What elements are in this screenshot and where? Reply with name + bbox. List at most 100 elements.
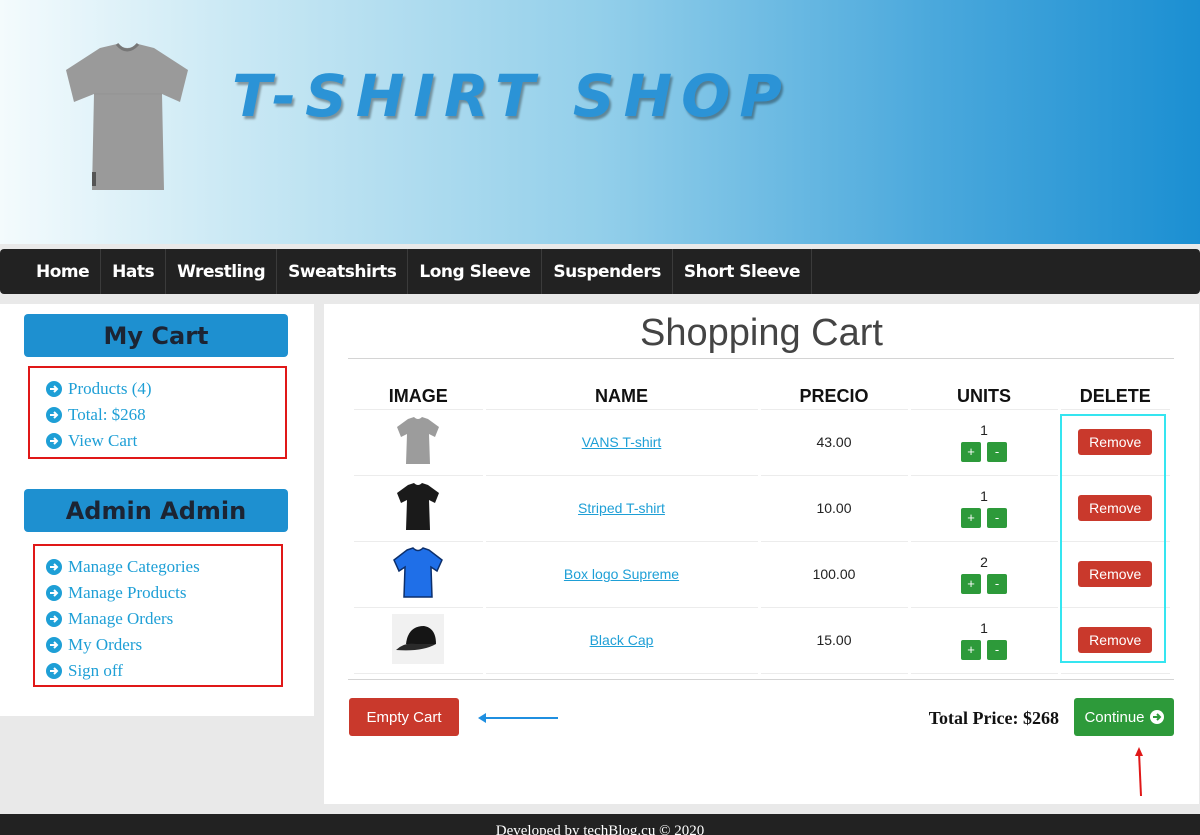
nav-item-sweatshirts[interactable]: Sweatshirts xyxy=(277,249,409,294)
product-link[interactable]: Striped T-shirt xyxy=(578,500,665,516)
nav-list: Home Hats Wrestling Sweatshirts Long Sle… xyxy=(0,249,1200,294)
product-name-cell: Box logo Supreme xyxy=(482,541,759,608)
sidebar-link-label: My Orders xyxy=(68,635,143,654)
continue-button-label: Continue xyxy=(1084,708,1145,726)
units-cell: 1 + - xyxy=(907,409,1059,476)
sidebar-link-view-cart[interactable]: View Cart xyxy=(46,428,285,454)
arrow-right-circle-icon xyxy=(46,663,62,679)
increase-units-button[interactable]: + xyxy=(961,640,981,660)
sidebar-link-label: Manage Orders xyxy=(68,609,174,628)
product-link[interactable]: VANS T-shirt xyxy=(582,434,662,450)
product-link[interactable]: Black Cap xyxy=(590,632,654,648)
sidebar-link-manage-products[interactable]: Manage Products xyxy=(46,580,281,606)
tshirt-logo-icon xyxy=(66,42,188,190)
shopping-cart-panel: Shopping Cart IMAGE NAME PRECIO UNITS DE… xyxy=(324,304,1199,804)
annotation-arrow-up-icon xyxy=(1135,747,1143,797)
arrow-right-circle-icon xyxy=(46,381,62,397)
arrow-right-circle-icon xyxy=(46,585,62,601)
annotation-arrow-left-icon xyxy=(478,713,558,723)
product-image-cell xyxy=(354,541,484,608)
units-value: 1 xyxy=(980,422,988,438)
cart-table: IMAGE NAME PRECIO UNITS DELETE VANS T-sh… xyxy=(354,384,1170,674)
black-tshirt-icon xyxy=(397,482,440,530)
arrow-right-circle-icon xyxy=(46,637,62,653)
increase-units-button[interactable]: + xyxy=(961,574,981,594)
site-header: T-SHIRT SHOP xyxy=(0,0,1200,244)
arrow-right-circle-icon xyxy=(1149,710,1164,724)
arrow-right-circle-icon xyxy=(46,611,62,627)
decrease-units-button[interactable]: - xyxy=(987,508,1007,528)
table-row: Striped T-shirt 10.00 1 + - Remove xyxy=(354,475,1170,542)
units-value: 1 xyxy=(980,488,988,504)
decrease-units-button[interactable]: - xyxy=(987,574,1007,594)
sidebar-link-manage-orders[interactable]: Manage Orders xyxy=(46,606,281,632)
units-cell: 1 + - xyxy=(907,607,1059,674)
divider xyxy=(348,358,1174,359)
product-name-cell: VANS T-shirt xyxy=(482,409,759,476)
product-price-cell: 43.00 xyxy=(757,409,909,476)
page-title: Shopping Cart xyxy=(640,312,883,354)
sidebar-link-label: Total: $268 xyxy=(68,405,146,424)
my-cart-heading: My Cart xyxy=(24,314,288,357)
grey-tshirt-icon xyxy=(397,416,440,464)
continue-button[interactable]: Continue xyxy=(1074,698,1174,736)
main-navbar: Home Hats Wrestling Sweatshirts Long Sle… xyxy=(0,249,1200,294)
arrow-right-circle-icon xyxy=(46,559,62,575)
product-image-cell xyxy=(354,409,484,476)
sidebar-link-label: Manage Products xyxy=(68,583,187,602)
sidebar-link-manage-categories[interactable]: Manage Categories xyxy=(46,554,281,580)
sidebar-link-sign-off[interactable]: Sign off xyxy=(46,658,281,684)
blue-tshirt-icon xyxy=(393,546,444,598)
product-name-cell: Black Cap xyxy=(482,607,759,674)
column-header-delete: DELETE xyxy=(1057,384,1170,410)
units-value: 2 xyxy=(980,554,988,570)
sidebar-link-label: Sign off xyxy=(68,661,123,680)
black-cap-icon xyxy=(392,613,445,664)
sidebar-link-total[interactable]: Total: $268 xyxy=(46,402,285,428)
nav-item-hats[interactable]: Hats xyxy=(101,249,167,294)
column-header-price: PRECIO xyxy=(757,384,909,410)
nav-item-long-sleeve[interactable]: Long Sleeve xyxy=(408,249,543,294)
footer-text: Developed by techBlog.cu © 2020 xyxy=(495,823,705,835)
cart-links-box: Products (4) Total: $268 View Cart xyxy=(28,366,287,459)
admin-heading: Admin Admin xyxy=(24,489,288,532)
table-row: Black Cap 15.00 1 + - Remove xyxy=(354,607,1170,674)
table-row: VANS T-shirt 43.00 1 + - Remove xyxy=(354,409,1170,476)
sidebar-link-label: Products (4) xyxy=(68,379,152,398)
product-price-cell: 15.00 xyxy=(757,607,909,674)
arrow-right-circle-icon xyxy=(46,407,62,423)
nav-item-short-sleeve[interactable]: Short Sleeve xyxy=(673,249,813,294)
total-price: Total Price: $268 xyxy=(928,708,1059,728)
units-value: 1 xyxy=(980,620,988,636)
empty-cart-button[interactable]: Empty Cart xyxy=(349,698,459,736)
shop-title: T-SHIRT SHOP xyxy=(232,62,791,130)
annotation-highlight-box xyxy=(1060,414,1166,663)
column-header-units: UNITS xyxy=(907,384,1059,410)
increase-units-button[interactable]: + xyxy=(961,508,981,528)
nav-item-wrestling[interactable]: Wrestling xyxy=(166,249,278,294)
sidebar-link-label: View Cart xyxy=(68,431,138,450)
decrease-units-button[interactable]: - xyxy=(987,640,1007,660)
units-cell: 1 + - xyxy=(907,475,1059,542)
product-name-cell: Striped T-shirt xyxy=(482,475,759,542)
site-footer: Developed by techBlog.cu © 2020 xyxy=(0,814,1200,835)
sidebar-link-label: Manage Categories xyxy=(68,557,200,576)
sidebar-link-my-orders[interactable]: My Orders xyxy=(46,632,281,658)
increase-units-button[interactable]: + xyxy=(961,442,981,462)
column-header-image: IMAGE xyxy=(354,384,484,410)
units-cell: 2 + - xyxy=(907,541,1059,608)
admin-links-box: Manage Categories Manage Products Manage… xyxy=(33,544,283,687)
table-row: Box logo Supreme 100.00 2 + - Remove xyxy=(354,541,1170,608)
product-price-cell: 100.00 xyxy=(757,541,909,608)
nav-item-suspenders[interactable]: Suspenders xyxy=(542,249,673,294)
sidebar-link-products[interactable]: Products (4) xyxy=(46,376,285,402)
product-image-cell xyxy=(354,607,484,674)
nav-item-home[interactable]: Home xyxy=(25,249,102,294)
product-link[interactable]: Box logo Supreme xyxy=(564,566,679,582)
product-image-cell xyxy=(354,475,484,542)
product-price-cell: 10.00 xyxy=(757,475,909,542)
decrease-units-button[interactable]: - xyxy=(987,442,1007,462)
column-header-name: NAME xyxy=(482,384,759,410)
table-header-row: IMAGE NAME PRECIO UNITS DELETE xyxy=(354,384,1170,410)
divider xyxy=(348,679,1174,680)
